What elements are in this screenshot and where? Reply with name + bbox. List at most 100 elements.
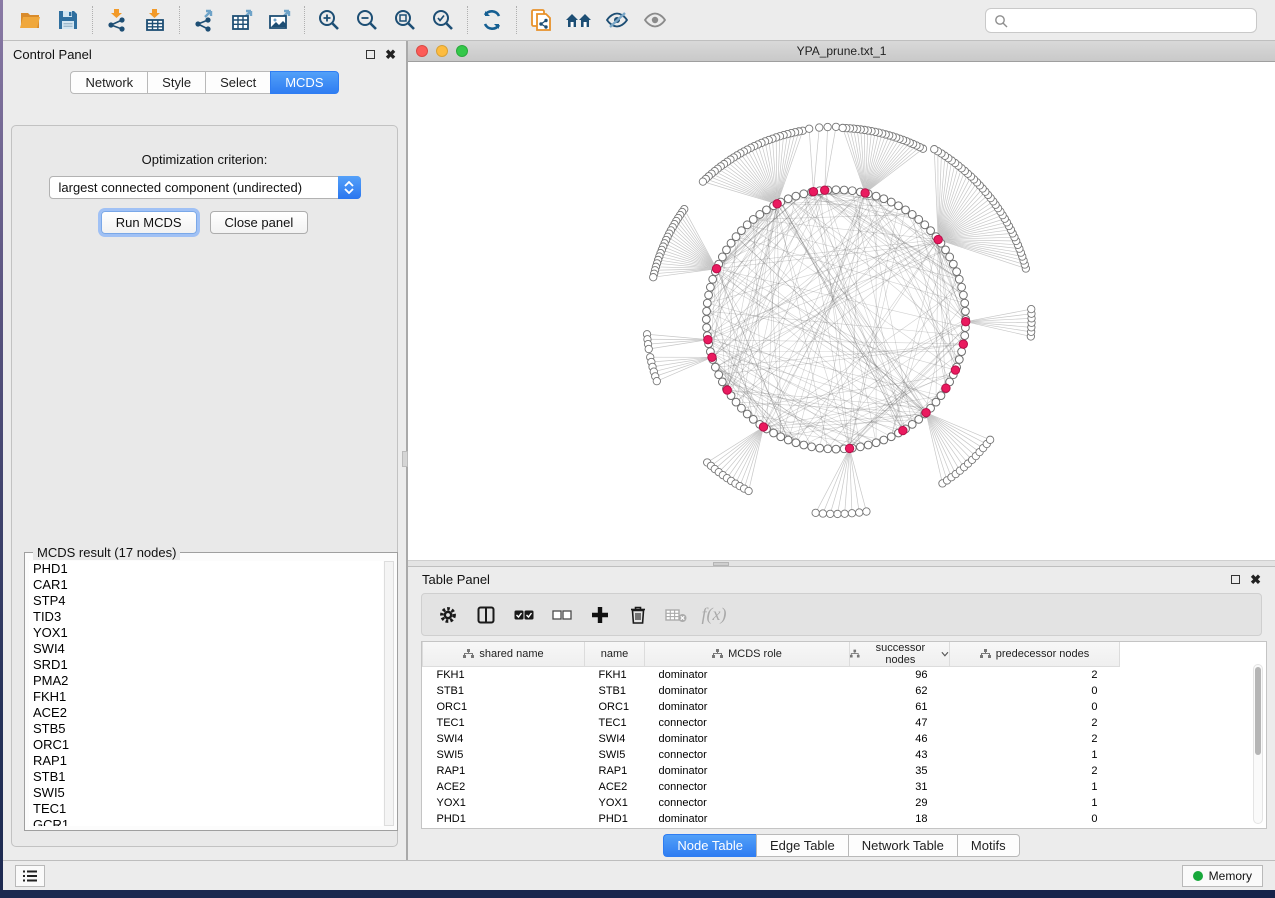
table-cell-shared_name[interactable]: TEC1 (423, 715, 585, 731)
zoom-in-button[interactable] (310, 3, 348, 37)
gene-node[interactable] (895, 202, 903, 210)
gene-node[interactable] (832, 186, 840, 194)
gene-node[interactable] (848, 187, 856, 195)
gene-node[interactable] (816, 444, 824, 452)
gene-node[interactable] (880, 436, 888, 444)
gene-node[interactable] (707, 283, 715, 291)
duplicate-network-button[interactable] (522, 3, 560, 37)
table-row[interactable]: FKH1FKH1dominator962 (423, 667, 1120, 683)
task-history-button[interactable] (15, 865, 45, 887)
mcds-result-item[interactable]: TEC1 (29, 801, 383, 817)
table-row[interactable]: TEC1TEC1connector472 (423, 715, 1120, 731)
gene-node[interactable] (955, 356, 963, 364)
table-cell-mcds_role[interactable]: connector (645, 795, 850, 811)
gene-node[interactable] (887, 198, 895, 206)
gene-node[interactable] (723, 246, 731, 254)
gene-node[interactable] (705, 291, 713, 299)
hide-selected-button[interactable] (598, 3, 636, 37)
tab-select[interactable]: Select (205, 71, 270, 94)
gene-node[interactable] (745, 487, 752, 494)
gene-node[interactable] (839, 124, 846, 131)
gene-node[interactable] (770, 429, 778, 437)
gene-node[interactable] (812, 509, 819, 516)
float-panel-icon[interactable] (1231, 575, 1240, 584)
table-cell-predecessor_nodes[interactable]: 0 (950, 811, 1120, 827)
search-input[interactable] (1014, 14, 1248, 28)
dominator-node[interactable] (759, 423, 767, 431)
table-row[interactable]: ORC1ORC1dominator610 (423, 699, 1120, 715)
table-row[interactable]: YOX1YOX1connector291 (423, 795, 1120, 811)
dominator-node[interactable] (712, 265, 720, 273)
gene-node[interactable] (718, 378, 726, 386)
mcds-list-scrollbar[interactable] (384, 561, 394, 826)
table-cell-successor_nodes[interactable]: 31 (850, 779, 950, 795)
table-cell-shared_name[interactable]: SWI5 (423, 747, 585, 763)
column-header-MCDS-role[interactable]: MCDS role (645, 642, 850, 667)
table-cell-name[interactable]: YOX1 (585, 795, 645, 811)
gene-node[interactable] (961, 299, 969, 307)
gene-node[interactable] (784, 195, 792, 203)
gene-node[interactable] (887, 433, 895, 441)
tab-network[interactable]: Network (70, 71, 147, 94)
zoom-out-button[interactable] (348, 3, 386, 37)
table-row[interactable]: SWI5SWI5connector431 (423, 747, 1120, 763)
gene-node[interactable] (645, 345, 652, 352)
gene-node[interactable] (856, 443, 864, 451)
table-cell-shared_name[interactable]: STB1 (423, 683, 585, 699)
table-scrollbar[interactable] (1253, 664, 1263, 824)
dominator-node[interactable] (809, 188, 817, 196)
gene-node[interactable] (880, 195, 888, 203)
dominator-node[interactable] (934, 235, 942, 243)
float-panel-icon[interactable] (366, 50, 375, 59)
add-row-button[interactable] (586, 600, 614, 630)
table-cell-name[interactable]: ORC1 (585, 699, 645, 715)
gene-node[interactable] (808, 443, 816, 451)
gene-node[interactable] (915, 216, 923, 224)
table-cell-name[interactable]: TEC1 (585, 715, 645, 731)
gene-node[interactable] (840, 186, 848, 194)
table-cell-mcds_role[interactable]: dominator (645, 667, 850, 683)
table-row[interactable]: ACE2ACE2connector311 (423, 779, 1120, 795)
gene-node[interactable] (949, 260, 957, 268)
mcds-result-item[interactable]: FKH1 (29, 689, 383, 705)
gene-node[interactable] (792, 192, 800, 200)
table-cell-successor_nodes[interactable]: 46 (850, 731, 950, 747)
save-session-button[interactable] (49, 3, 87, 37)
table-cell-predecessor_nodes[interactable]: 2 (950, 715, 1120, 731)
mcds-result-item[interactable]: CAR1 (29, 577, 383, 593)
table-row[interactable]: SWI4SWI4dominator462 (423, 731, 1120, 747)
column-header-name[interactable]: name (585, 642, 645, 667)
gene-node[interactable] (653, 377, 660, 384)
table-cell-shared_name[interactable]: PHD1 (423, 811, 585, 827)
gene-node[interactable] (703, 324, 711, 332)
table-cell-mcds_role[interactable]: dominator (645, 763, 850, 779)
column-header-successor-nodes[interactable]: successor nodes (850, 642, 950, 667)
table-cell-shared_name[interactable]: SWI4 (423, 731, 585, 747)
column-header-predecessor-nodes[interactable]: predecessor nodes (950, 642, 1120, 667)
tab-mcds[interactable]: MCDS (270, 71, 338, 94)
gene-node[interactable] (824, 123, 831, 130)
gene-node[interactable] (650, 274, 657, 281)
dominator-node[interactable] (951, 366, 959, 374)
gene-node[interactable] (718, 253, 726, 261)
mcds-result-item[interactable]: ORC1 (29, 737, 383, 753)
table-cell-predecessor_nodes[interactable]: 0 (950, 699, 1120, 715)
mcds-result-item[interactable]: STP4 (29, 593, 383, 609)
mcds-result-item[interactable]: TID3 (29, 609, 383, 625)
gene-node[interactable] (1028, 305, 1035, 312)
table-settings-button[interactable] (434, 600, 462, 630)
table-cell-successor_nodes[interactable]: 96 (850, 667, 950, 683)
gene-node[interactable] (902, 206, 910, 214)
vertical-splitter-handle[interactable] (402, 451, 408, 467)
dominator-node[interactable] (942, 384, 950, 392)
mcds-result-item[interactable]: SWI4 (29, 641, 383, 657)
table-cell-successor_nodes[interactable]: 29 (850, 795, 950, 811)
gene-node[interactable] (805, 125, 812, 132)
close-panel-icon[interactable]: ✖ (1250, 575, 1261, 584)
dominator-node[interactable] (959, 340, 967, 348)
table-scrollbar-thumb[interactable] (1255, 667, 1261, 755)
dominator-node[interactable] (704, 335, 712, 343)
table-row[interactable]: RAP1RAP1dominator352 (423, 763, 1120, 779)
gene-node[interactable] (792, 439, 800, 447)
gene-node[interactable] (703, 299, 711, 307)
